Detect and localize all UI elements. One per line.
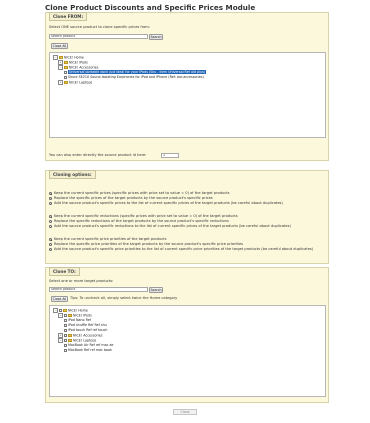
tree-node[interactable]: Universal portable dock just ideal for y… [64,70,207,74]
selected-product[interactable]: Universal portable dock just ideal for y… [68,70,207,74]
reduction-option-keep-radio[interactable] [49,215,52,218]
checkbox[interactable] [64,343,67,347]
clone-from-collapse-button[interactable]: Close All [51,43,68,49]
price-option-keep-radio[interactable] [49,192,52,195]
reduction-option-replace-radio[interactable] [49,220,52,223]
checkbox[interactable] [64,328,67,332]
tree-node[interactable]: MacBook Ref ref mac book [64,348,112,352]
clone-to-search-button[interactable]: Search [149,287,163,293]
cloning-options-panel: Cloning options: Keep the current specif… [45,170,329,264]
folder-icon [68,334,72,337]
reduction-option-add-label: Add the source product's specific reduct… [54,224,291,228]
price-option-replace-radio[interactable] [49,197,52,200]
checkbox[interactable] [64,348,67,352]
toggle-icon[interactable]: + [58,80,63,85]
price-option-add-label: Add the source product's specific prices… [54,201,283,205]
tree-node[interactable]: iPod touch Ref ref touch [64,328,108,332]
checkbox[interactable] [59,309,62,312]
reduction-option-add-radio[interactable] [49,225,52,228]
folder-icon [63,309,67,312]
clone-from-tree: − NICE! Home + NICE! iPods − NICE! Accessor… [49,52,326,138]
price-option-add-radio[interactable] [49,202,52,205]
checkbox[interactable] [64,75,67,79]
checkbox[interactable] [64,318,67,322]
clone-to-legend: Clone TO: [49,267,80,276]
checkbox[interactable] [64,339,67,342]
clone-to-search-input[interactable]: Search product [49,287,148,292]
clone-from-search-input[interactable]: Search product [49,34,148,39]
priority-option-keep-radio[interactable] [49,238,52,241]
folder-icon [59,56,63,59]
direct-id-label: You can also enter directly the source p… [49,153,147,157]
clone-from-instruction: Select ONE source product to clone speci… [49,25,151,29]
toggle-icon[interactable]: − [58,338,63,343]
page-title: Clone Product Discounts and Specific Pri… [45,3,256,12]
clone-button[interactable]: Clone [173,409,197,415]
clone-from-panel: Clone FROM: Select ONE source product to… [45,12,329,161]
clone-to-panel: Clone TO: Select one or more target prod… [45,267,329,403]
tree-node[interactable]: iPod shuffle Ref Ref shu [64,323,107,327]
checkbox[interactable] [64,323,67,327]
priority-option-replace-radio[interactable] [49,243,52,246]
priority-option-add-radio[interactable] [49,248,52,251]
clone-to-tip: Tips: To uncheck all, simply select twic… [70,296,178,300]
tree-node[interactable]: + NICE! Laptops [58,80,92,85]
checkbox[interactable] [64,334,67,337]
priority-option-add-label: Add the source product's specific price … [54,247,314,251]
tree-node[interactable]: iPod Nano Ref [64,318,91,322]
cloning-options-legend: Cloning options: [49,170,96,179]
clone-to-instruction: Select one or more target products: [49,279,114,283]
folder-icon [64,66,68,69]
direct-id-input[interactable]: 1 [161,153,179,158]
folder-icon [64,61,68,64]
folder-icon [68,314,72,317]
clone-to-tree: − NICE! Home − NICE! iPods iPod Nano Ref i… [49,305,326,397]
tree-node[interactable]: Shure SE210 Sound-Isolating Earphones fo… [64,75,204,79]
folder-icon [68,339,72,342]
clone-from-legend: Clone FROM: [49,12,88,21]
clone-to-collapse-button[interactable]: Close All [51,296,68,302]
tree-node[interactable]: MacBook Air Ref ref mac air [64,343,114,347]
toggle-icon[interactable]: − [58,65,63,70]
toggle-icon[interactable]: − [58,313,63,318]
clone-from-search-button[interactable]: Search [149,34,163,40]
folder-icon [64,81,68,84]
checkbox[interactable] [64,314,67,317]
checkbox[interactable] [64,70,67,74]
